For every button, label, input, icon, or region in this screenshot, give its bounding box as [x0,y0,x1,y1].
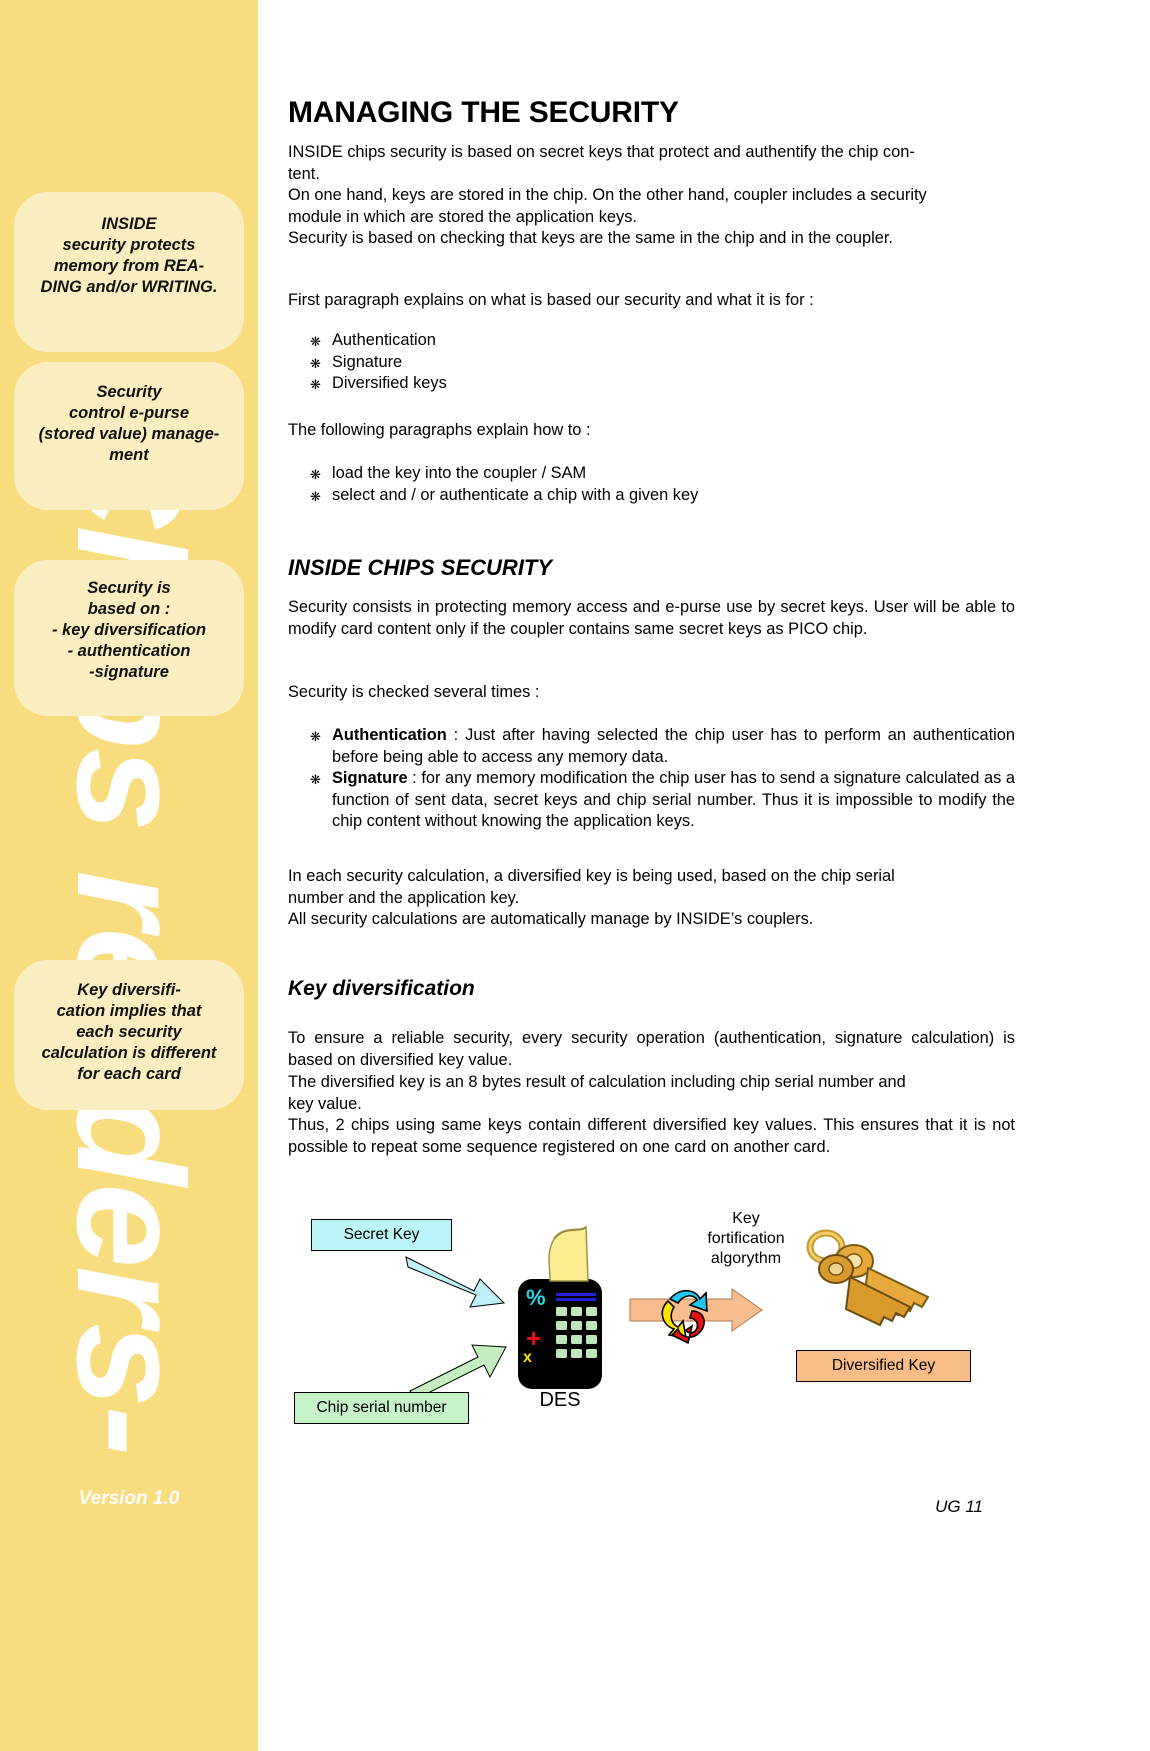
star-bullet-icon: ❋ [310,377,321,392]
diversified-key-box: Diversified Key [796,1350,971,1382]
calculator-paper-icon [548,1225,589,1282]
howto-list: ❋ load the key into the coupler / SAM ❋ se… [288,463,1015,506]
security-item-lead: Authentication [332,726,447,744]
list-item-label: select and / or authenticate a chip with… [332,485,699,504]
first-paragraph-intro: First paragraph explains on what is base… [288,291,814,309]
chip-serial-number-box: Chip serial number [294,1392,469,1424]
security-item-lead: Signature [332,769,408,787]
keydiv-paragraph-1: To ensure a reliable security, every sec… [288,1029,1015,1069]
list-item-label: Signature [332,352,403,371]
diversified-line-1: In each security calculation, a diversif… [288,867,895,885]
intro-line-1: INSIDE chips security is based on secret… [288,143,915,161]
list-item-label: Authentication [332,331,436,349]
sidebar-callout-1-text: INSIDE security protects memory from REA… [40,215,218,296]
keydiv-paragraph-1-block: To ensure a reliable security, every sec… [288,1028,1015,1071]
secret-key-box: Secret Key [311,1219,452,1251]
security-checked-intro: Security is checked several times : [288,683,540,701]
following-paragraphs-intro: The following paragraphs explain how to … [288,421,591,439]
section-paragraph-block: Security consists in protecting memory a… [288,597,1015,640]
first-paragraph-intro-block: First paragraph explains on what is base… [288,290,1015,312]
intro-line-5: Security is based on checking that keys … [288,229,893,247]
star-bullet-icon: ❋ [310,355,321,371]
subsection-heading-key-diversification: Key diversification [288,977,475,1000]
sidebar: Chips readers- INSIDE security protects … [0,0,258,1751]
section-paragraph: Security consists in protecting memory a… [288,598,1015,638]
list-item: ❋ Signature [288,352,1015,374]
arrow-secret-key-icon [405,1256,506,1308]
section-heading-inside-chips-security: INSIDE CHIPS SECURITY [288,555,553,580]
star-bullet-icon: ❋ [310,488,321,504]
sidebar-callout-4-text: Key diversifi- cation implies that each … [41,981,217,1083]
sidebar-callout-4: Key diversifi- cation implies that each … [14,960,244,1110]
security-items-list: ❋ Authentication : Just after having sele… [288,725,1015,833]
des-label: DES [539,1389,581,1411]
sidebar-callout-3: Security is based on : - key diversifica… [14,560,244,716]
calculator-display-icon [556,1293,596,1296]
sidebar-callout-3-text: Security is based on : - key diversifica… [51,579,207,681]
calculator-percent-icon: % [526,1285,546,1310]
security-items-block: ❋ Authentication : Just after having sele… [288,725,1015,833]
intro-paragraph-block: INSIDE chips security is based on secret… [288,142,1015,250]
intro-line-3: On one hand, keys are stored in the chip… [288,186,927,204]
list-item: ❋ Authentication : Just after having sele… [288,725,1015,768]
sidebar-callout-2: Security control e-purse (stored value) … [14,362,244,510]
main-content: MANAGING THE SECURITY INSIDE chips secur… [288,0,1015,1751]
list-item: ❋ Signature : for any memory modification… [288,768,1015,833]
star-bullet-icon: ❋ [310,772,321,787]
sidebar-callout-2-text: Security control e-purse (stored value) … [38,383,220,464]
star-bullet-icon: ❋ [310,467,321,482]
version-label: Version 1.0 [78,1488,180,1509]
keydiv-line-1: The diversified key is an 8 bytes result… [288,1073,906,1091]
arrow-chip-serial-icon [409,1344,507,1400]
list-item: ❋ Authentication [288,330,1015,352]
key-fortification-algorithm-label: Key fortification algorythm [707,1210,785,1267]
keydiv-paragraph-3: Thus, 2 chips using same keys contain di… [288,1116,1015,1156]
star-bullet-icon: ❋ [310,334,321,349]
calculator-multiply-icon: x [523,1349,532,1366]
diversified-line-2: number and the application key. [288,888,520,907]
list-item: ❋ Diversified keys [288,373,1015,395]
footer-page-reference: UG 11 [935,1497,983,1516]
security-item-rest: : for any memory modification the chip u… [332,769,1015,830]
list-item-label: load the key into the coupler / SAM [332,464,587,482]
sidebar-callout-1: INSIDE security protects memory from REA… [14,192,244,352]
diversified-key-paragraph-block: In each security calculation, a diversif… [288,866,1015,931]
keydiv-paragraph-2-block: The diversified key is an 8 bytes result… [288,1072,1015,1115]
list-item-label: Diversified keys [332,374,447,392]
following-paragraphs-intro-block: The following paragraphs explain how to … [288,420,1015,442]
diversified-line-3: All security calculations are automatica… [288,910,814,928]
keys-icon [806,1229,930,1327]
list-item: ❋ select and / or authenticate a chip wit… [288,485,1015,507]
list-one-block: ❋ Authentication ❋ Signature ❋ Diversified … [288,330,1015,395]
security-checked-intro-block: Security is checked several times : [288,682,1015,704]
keydiv-paragraph-3-block: Thus, 2 chips using same keys contain di… [288,1115,1015,1158]
intro-line-2: tent. [288,164,320,183]
feature-list: ❋ Authentication ❋ Signature ❋ Diversified … [288,330,1015,395]
star-bullet-icon: ❋ [310,729,321,744]
calculator-display-line-icon [556,1298,596,1301]
keydiv-line-2: key value. [288,1094,362,1113]
intro-line-4: module in which are stored the applicati… [288,207,637,226]
list-item: ❋ load the key into the coupler / SAM [288,463,1015,485]
key-diversification-diagram: % + x Secret Key Chip serial number Dive… [288,1195,1015,1435]
page-title: MANAGING THE SECURITY [288,96,679,129]
list-two-block: ❋ load the key into the coupler / SAM ❋ se… [288,463,1015,506]
